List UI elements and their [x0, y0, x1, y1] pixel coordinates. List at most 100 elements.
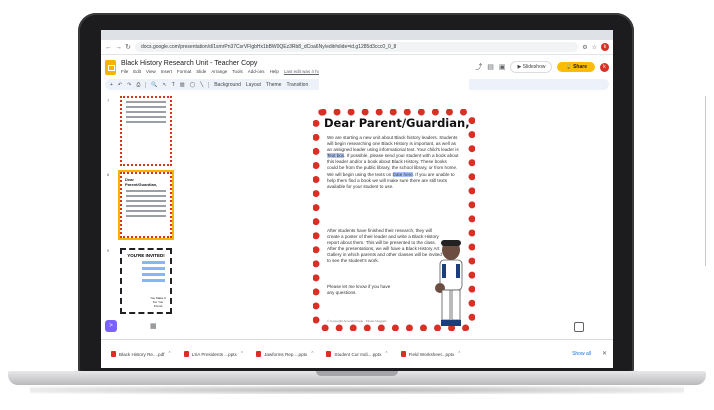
back-icon[interactable]: ← [105, 44, 112, 51]
chevron-up-icon[interactable]: ⌃ [240, 351, 244, 357]
letter-greeting[interactable]: Dear Parent/Guardian, [324, 116, 470, 130]
show-all-downloads-link[interactable]: Show all [572, 351, 591, 357]
image-icon[interactable]: ▧ [180, 82, 185, 88]
download-item[interactable]: Jawforms Rep....pptx ⌃ [256, 351, 314, 357]
add-slide-icon[interactable]: + [110, 82, 113, 88]
slideshow-button[interactable]: ▶ Slideshow [510, 61, 553, 73]
menu-help[interactable]: Help [270, 69, 279, 74]
slide-thumbnail-8[interactable]: Dear Parent/Guardian, [120, 172, 172, 238]
thumb-line [126, 101, 166, 103]
meet-icon[interactable]: ▣ [499, 63, 506, 71]
reload-icon[interactable]: ↻ [125, 43, 131, 51]
date-placeholder[interactable]: Date here [392, 171, 413, 177]
boy-illustration [435, 240, 463, 326]
menu-arrange[interactable]: Arrange [211, 69, 227, 74]
letter-paragraph-1[interactable]: We are starting a new unit about Black h… [327, 135, 459, 190]
undo-icon[interactable]: ↶ [118, 82, 122, 88]
share-label: Share [573, 64, 587, 70]
menu-addons[interactable]: Add-ons [248, 69, 265, 74]
redo-icon[interactable]: ↷ [127, 82, 131, 88]
download-item[interactable]: Student Cur Indi....pptx ⌃ [326, 351, 389, 357]
thumb-line [126, 210, 166, 212]
slide-number: 9 [107, 248, 110, 253]
file-icon [183, 351, 189, 357]
slides-logo-icon[interactable] [105, 59, 116, 75]
file-icon [326, 351, 332, 357]
chevron-up-icon[interactable]: ⌃ [457, 351, 461, 357]
menu-insert[interactable]: Insert [161, 69, 172, 74]
chevron-up-icon[interactable]: ⌃ [384, 351, 388, 357]
menu-tools[interactable]: Tools [232, 69, 243, 74]
explore-icon[interactable] [574, 322, 584, 332]
thumb-line [126, 106, 166, 108]
download-filename: LSA Presidents ...pptx [191, 351, 237, 357]
toolbar-divider [208, 81, 210, 88]
line-icon[interactable]: ╲ [200, 82, 203, 88]
download-filename: Student Cur Indi....pptx [334, 351, 382, 357]
comments-icon[interactable]: ▤ [487, 63, 494, 71]
file-icon [400, 351, 406, 357]
browser-tabstrip [101, 30, 613, 40]
toolbar-layout[interactable]: Layout [246, 82, 261, 88]
chevron-up-icon[interactable]: ⌃ [310, 351, 314, 357]
menu-format[interactable]: Format [177, 69, 191, 74]
select-icon[interactable]: ↖ [163, 82, 167, 88]
print-icon[interactable]: ⎙ [136, 82, 140, 88]
thumb-line [126, 200, 166, 202]
toolbar-transition[interactable]: Transition [286, 82, 308, 88]
toolbar-divider [145, 81, 147, 88]
thumb-line [126, 116, 166, 118]
account-avatar[interactable]: k [600, 62, 609, 72]
invite-field [142, 279, 165, 282]
photo-stage: ← → ↻ docs.google.com/presentation/d/1sm… [0, 0, 714, 410]
download-item[interactable]: Field Worksheet...pptx ⌃ [400, 351, 461, 357]
letter-paragraph-3[interactable]: Please let me know if you have any quest… [327, 284, 397, 296]
share-button[interactable]: 🔒 Share [557, 62, 595, 72]
address-bar-row: ← → ↻ docs.google.com/presentation/d/1sm… [101, 40, 613, 55]
menu-edit[interactable]: Edit [133, 69, 141, 74]
toolbar-theme[interactable]: Theme [266, 82, 282, 88]
slide-thumbnail-7[interactable] [120, 96, 172, 166]
background-edge [705, 96, 706, 266]
laptop-shadow [30, 386, 684, 394]
chevron-up-icon[interactable]: ⌃ [167, 351, 171, 357]
slide-thumbnail-9[interactable]: YOU'RE INVITED! You Make It For You Frie… [120, 248, 172, 314]
menu-view[interactable]: View [146, 69, 156, 74]
grid-view-icon[interactable]: ▦ [150, 322, 157, 330]
download-filename: Jawforms Rep....pptx [264, 351, 308, 357]
invite-title: YOU'RE INVITED! [127, 253, 165, 258]
laptop-notch [316, 371, 398, 376]
extensions-icon[interactable]: ⚙ [582, 44, 587, 51]
leader-name-placeholder[interactable]: Text box [327, 153, 345, 159]
download-filename: Field Worksheet...pptx [408, 351, 455, 357]
letter-paragraph-2[interactable]: After students have finished their resea… [327, 228, 445, 265]
file-icon [256, 351, 262, 357]
zoom-icon[interactable]: 🔍 [151, 82, 157, 88]
slide-number: 8 [107, 172, 110, 177]
thumb-line [126, 195, 166, 197]
downloads-bar: Black History Re....pdf ⌃ LSA Presidents … [101, 339, 613, 368]
url-field[interactable]: docs.google.com/presentation/d/1smrPn37C… [135, 42, 579, 52]
activity-icon[interactable]: ⤴ [475, 62, 482, 72]
download-item[interactable]: Black History Re....pdf ⌃ [111, 351, 172, 357]
browser-profile-avatar[interactable]: k [601, 43, 609, 51]
forward-icon[interactable]: → [115, 44, 122, 51]
close-downloads-icon[interactable]: ✕ [602, 350, 607, 357]
letter-footer: © Copyright Amanda Doyle · Kinder Nugget… [327, 319, 387, 323]
toolbar-background[interactable]: Background [214, 82, 241, 88]
invite-field [142, 273, 165, 276]
thumb-line [126, 205, 166, 207]
menu-slide[interactable]: Slide [196, 69, 206, 74]
para1-text-a: We are starting a new unit about Black h… [327, 135, 459, 153]
thumb-line [126, 121, 166, 123]
speaker-notes-button[interactable]: > [105, 320, 117, 332]
invite-field [142, 267, 165, 270]
shape-icon[interactable]: ◯ [190, 82, 196, 88]
bookmark-star-icon[interactable]: ☆ [592, 44, 597, 51]
textbox-icon[interactable]: T [172, 82, 175, 88]
thumb-line [126, 111, 166, 113]
download-item[interactable]: LSA Presidents ...pptx ⌃ [183, 351, 244, 357]
menu-file[interactable]: File [121, 69, 128, 74]
thumb-title: Dear Parent/Guardian, [125, 177, 158, 187]
slideshow-label: Slideshow [522, 64, 546, 70]
